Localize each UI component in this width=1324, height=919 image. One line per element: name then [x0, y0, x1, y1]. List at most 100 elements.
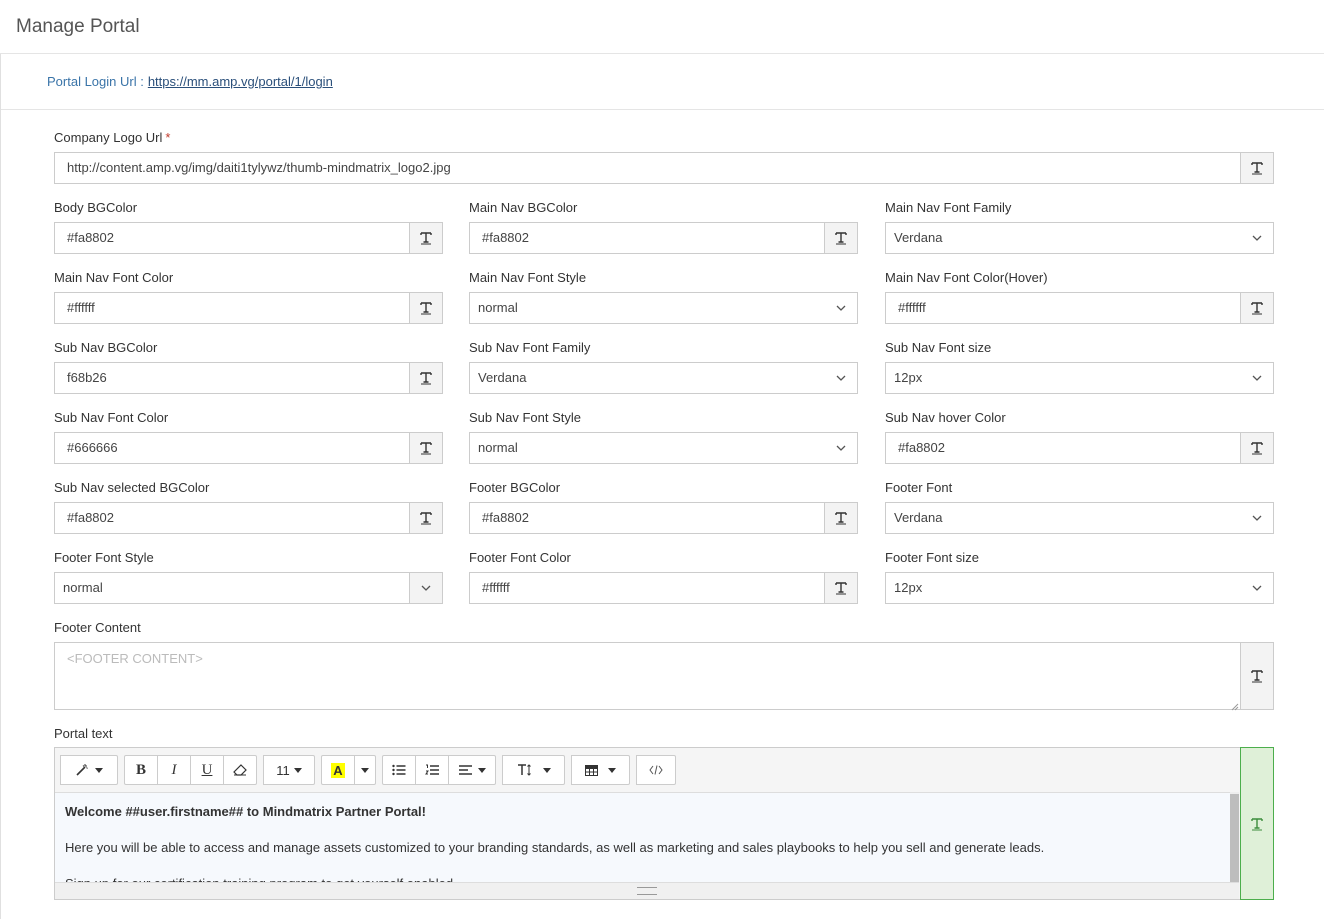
main-nav-bgcolor-value: #fa8802 [482, 230, 529, 245]
sub-nav-font-size-select[interactable]: 12px [885, 362, 1274, 394]
sub-nav-selected-bgcolor-value: #fa8802 [67, 510, 114, 525]
required-mark: * [165, 130, 171, 145]
text-token-icon [1251, 162, 1263, 175]
bold-button[interactable]: B [124, 755, 158, 785]
table-dropdown[interactable] [571, 755, 630, 785]
editor-resize-handle[interactable] [55, 882, 1239, 899]
caret-down-icon [477, 767, 486, 773]
text-token-icon [1251, 442, 1263, 455]
footer-font-style-value: normal [63, 580, 103, 595]
text-token-button[interactable] [1240, 433, 1273, 463]
font-size-dropdown[interactable]: 11 [263, 755, 315, 785]
main-nav-font-family-field: Main Nav Font Family Verdana [885, 199, 1274, 255]
sub-nav-bgcolor-label: Sub Nav BGColor [54, 340, 158, 355]
sub-nav-font-color-input[interactable]: #666666 [54, 432, 443, 464]
sub-nav-bgcolor-input[interactable]: f68b26 [54, 362, 443, 394]
color-dropdown-button[interactable] [354, 755, 376, 785]
portal-login-url-link[interactable]: https://mm.amp.vg/portal/1/login [148, 74, 333, 89]
sub-nav-font-family-label: Sub Nav Font Family [469, 340, 591, 355]
text-token-button[interactable] [1240, 643, 1273, 709]
paragraph-align-dropdown[interactable] [448, 755, 496, 785]
footer-content-textarea[interactable]: <FOOTER CONTENT> [54, 642, 1274, 711]
footer-font-size-select[interactable]: 12px [885, 572, 1274, 604]
footer-font-size-field: Footer Font size 12px [885, 549, 1274, 605]
footer-font-label: Footer Font [885, 480, 953, 495]
text-token-button[interactable] [409, 503, 442, 533]
underline-icon: U [201, 761, 213, 778]
text-token-button[interactable] [1240, 293, 1273, 323]
text-token-button[interactable] [409, 293, 442, 323]
text-token-icon [835, 582, 847, 595]
font-style-group: B I U [124, 755, 257, 785]
text-token-button[interactable] [824, 503, 857, 533]
line-height-dropdown[interactable] [502, 755, 565, 785]
font-size-group: 11 [263, 755, 315, 785]
text-token-button-active[interactable] [1240, 747, 1274, 900]
footer-font-color-input[interactable]: #ffffff [469, 572, 858, 604]
main-nav-font-color-hover-input[interactable]: #ffffff [885, 292, 1274, 324]
table-icon [585, 764, 598, 776]
line-height-icon [517, 764, 531, 776]
style-dropdown-button[interactable] [60, 755, 118, 785]
text-token-button[interactable] [409, 433, 442, 463]
chevron-down-icon [1241, 223, 1273, 253]
bullet-list-icon [392, 764, 406, 776]
main-nav-font-family-label: Main Nav Font Family [885, 200, 1012, 215]
code-icon [649, 765, 663, 775]
footer-bgcolor-input[interactable]: #fa8802 [469, 502, 858, 534]
sub-nav-hover-color-label: Sub Nav hover Color [885, 410, 1006, 425]
clear-format-button[interactable] [223, 755, 257, 785]
company-logo-url-input[interactable]: http://content.amp.vg/img/daiti1tylywz/t… [54, 152, 1274, 184]
text-token-button[interactable] [824, 573, 857, 603]
ordered-list-button[interactable] [415, 755, 449, 785]
footer-font-style-field: Footer Font Style normal [54, 549, 443, 605]
text-token-button[interactable] [409, 363, 442, 393]
body-bgcolor-label: Body BGColor [54, 200, 138, 215]
highlight-color-button[interactable]: A [321, 755, 355, 785]
text-token-button[interactable] [1240, 153, 1273, 183]
caret-down-icon [95, 767, 103, 773]
text-token-icon [420, 232, 432, 245]
list-group [382, 755, 496, 785]
main-nav-bgcolor-input[interactable]: #fa8802 [469, 222, 858, 254]
sub-nav-bgcolor-field: Sub Nav BGColor f68b26 [54, 339, 443, 395]
text-token-button[interactable] [824, 223, 857, 253]
main-nav-font-color-input[interactable]: #ffffff [54, 292, 443, 324]
main-nav-font-style-select[interactable]: normal [469, 292, 858, 324]
footer-content-placeholder: <FOOTER CONTENT> [67, 651, 203, 666]
sub-nav-bgcolor-value: f68b26 [67, 370, 107, 385]
chevron-down-icon [1241, 363, 1273, 393]
caret-down-icon [608, 767, 616, 773]
text-token-icon [420, 512, 432, 525]
chevron-down-icon [409, 573, 442, 603]
sub-nav-font-family-select[interactable]: Verdana [469, 362, 858, 394]
editor-scrollbar-thumb[interactable] [1230, 794, 1239, 882]
sub-nav-font-style-select[interactable]: normal [469, 432, 858, 464]
resize-grip-icon[interactable] [1231, 699, 1239, 711]
italic-button[interactable]: I [157, 755, 191, 785]
portal-login-url-row: Portal Login Url : https://mm.amp.vg/por… [1, 54, 1324, 110]
text-token-icon [420, 302, 432, 315]
sub-nav-hover-color-field: Sub Nav hover Color #fa8802 [885, 409, 1274, 465]
code-view-button[interactable] [636, 755, 676, 785]
editor-scrollbar[interactable] [1230, 792, 1239, 884]
footer-font-select[interactable]: Verdana [885, 502, 1274, 534]
main-nav-font-style-value: normal [478, 300, 518, 315]
underline-button[interactable]: U [190, 755, 224, 785]
main-nav-font-family-select[interactable]: Verdana [885, 222, 1274, 254]
editor-content[interactable]: Welcome ##user.firstname## to Mindmatrix… [55, 792, 1231, 884]
sub-nav-selected-bgcolor-input[interactable]: #fa8802 [54, 502, 443, 534]
chevron-down-icon [1241, 503, 1273, 533]
text-token-icon [835, 512, 847, 525]
sub-nav-hover-color-input[interactable]: #fa8802 [885, 432, 1274, 464]
unordered-list-button[interactable] [382, 755, 416, 785]
footer-font-style-select[interactable]: normal [54, 572, 443, 604]
body-bgcolor-input[interactable]: #fa8802 [54, 222, 443, 254]
description-paragraph: Here you will be able to access and mana… [65, 840, 1045, 855]
text-highlight-icon: A [331, 762, 345, 778]
resize-handle-icon [637, 887, 657, 895]
text-token-button[interactable] [409, 223, 442, 253]
code-group [636, 755, 676, 785]
footer-font-value: Verdana [894, 510, 943, 525]
sub-nav-font-style-value: normal [478, 440, 518, 455]
